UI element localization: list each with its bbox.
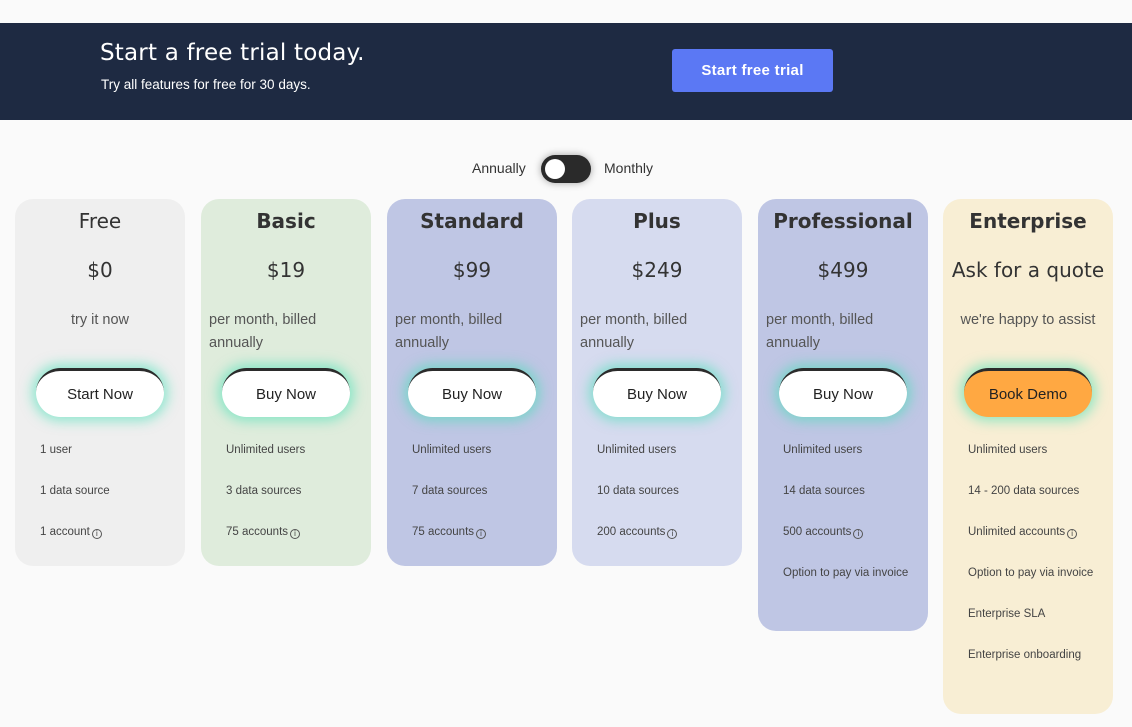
feature-list: Unlimited users 7 data sources 75 accoun… [412,439,552,562]
buy-now-button[interactable]: Buy Now [408,368,536,417]
feature-item: Unlimited users [597,444,677,456]
feature-item: 10 data sources [597,485,679,497]
feature-item: Enterprise onboarding [968,649,1082,661]
switch-knob [545,159,565,179]
buy-now-button[interactable]: Buy Now [593,368,721,417]
feature-list: Unlimited users 10 data sources 200 acco… [597,439,737,562]
plan-note: per month, billed annually [209,312,317,351]
plan-card-free: Free $0 try it now Start Now 1 user 1 da… [15,199,185,566]
plan-price: $249 [631,258,683,282]
plan-price: Ask for a quote [951,258,1105,282]
feature-item: 200 accounts i [597,521,737,544]
buy-now-button[interactable]: Buy Now [222,368,350,417]
plan-name: Professional [773,209,913,233]
plan-card-basic: Basic $19 per month, billed annually Buy… [201,199,371,566]
info-circle-icon[interactable]: i [476,529,487,539]
feature-item: Option to pay via invoice [783,567,909,579]
toggle-label-monthly[interactable]: Monthly [604,160,653,176]
plan-price: $0 [87,258,113,282]
feature-item: 500 accounts i [783,521,923,544]
feature-item: 14 - 200 data sources [968,485,1080,497]
plan-note: per month, billed annually [766,312,874,351]
feature-item: Unlimited users [783,444,863,456]
feature-list: Unlimited users 14 data sources 500 acco… [783,439,923,603]
plan-card-professional: Professional $499 per month, billed annu… [758,199,928,631]
start-now-button[interactable]: Start Now [36,368,164,417]
feature-item: Unlimited users [968,444,1048,456]
info-circle-icon[interactable]: i [853,529,864,539]
feature-item: 3 data sources [226,485,302,497]
feature-list: Unlimited users 14 - 200 data sources Un… [968,439,1108,685]
billing-switch[interactable] [541,155,591,183]
plan-price: $19 [266,258,306,282]
toggle-label-annually[interactable]: Annually [472,160,526,176]
feature-item: 14 data sources [783,485,865,497]
feature-item: Unlimited users [412,444,492,456]
plan-note: we're happy to assist [960,312,1096,328]
feature-item: 1 user [40,444,72,456]
feature-item: 75 accounts i [226,521,366,544]
book-demo-button[interactable]: Book Demo [964,368,1092,417]
plan-name: Enterprise [969,209,1087,233]
plan-card-plus: Plus $249 per month, billed annually Buy… [572,199,742,566]
banner-title: Start a free trial today. [100,40,365,66]
feature-item: Enterprise SLA [968,608,1046,620]
info-circle-icon[interactable]: i [667,529,678,539]
trial-banner: Start a free trial today. Try all featur… [0,23,1132,120]
plan-note: per month, billed annually [580,312,688,351]
billing-toggle: Annually Monthly [0,155,1132,183]
plan-name: Basic [256,209,316,233]
feature-item: Unlimited accounts i [968,521,1108,544]
plan-name: Standard [420,209,524,233]
buy-now-button[interactable]: Buy Now [779,368,907,417]
feature-list: Unlimited users 3 data sources 75 accoun… [226,439,366,562]
info-circle-icon[interactable]: i [91,529,102,539]
plan-name: Plus [633,209,681,233]
plan-price: $499 [817,258,869,282]
banner-subtitle: Try all features for free for 30 days. [101,77,311,92]
info-circle-icon[interactable]: i [1067,529,1078,539]
feature-item: 1 account i [40,521,180,544]
plan-note: per month, billed annually [395,312,503,351]
feature-item: Option to pay via invoice [968,567,1094,579]
info-circle-icon[interactable]: i [290,529,301,539]
feature-item: 7 data sources [412,485,488,497]
start-free-trial-button[interactable]: Start free trial [672,49,833,92]
plan-card-standard: Standard $99 per month, billed annually … [387,199,557,566]
feature-item: Unlimited users [226,444,306,456]
plan-card-enterprise: Enterprise Ask for a quote we're happy t… [943,199,1113,714]
plan-name: Free [78,209,122,233]
plan-note: try it now [70,312,129,328]
plan-price: $99 [452,258,492,282]
feature-list: 1 user 1 data source 1 account i [40,439,180,562]
feature-item: 1 data source [40,485,110,497]
feature-item: 75 accounts i [412,521,552,544]
